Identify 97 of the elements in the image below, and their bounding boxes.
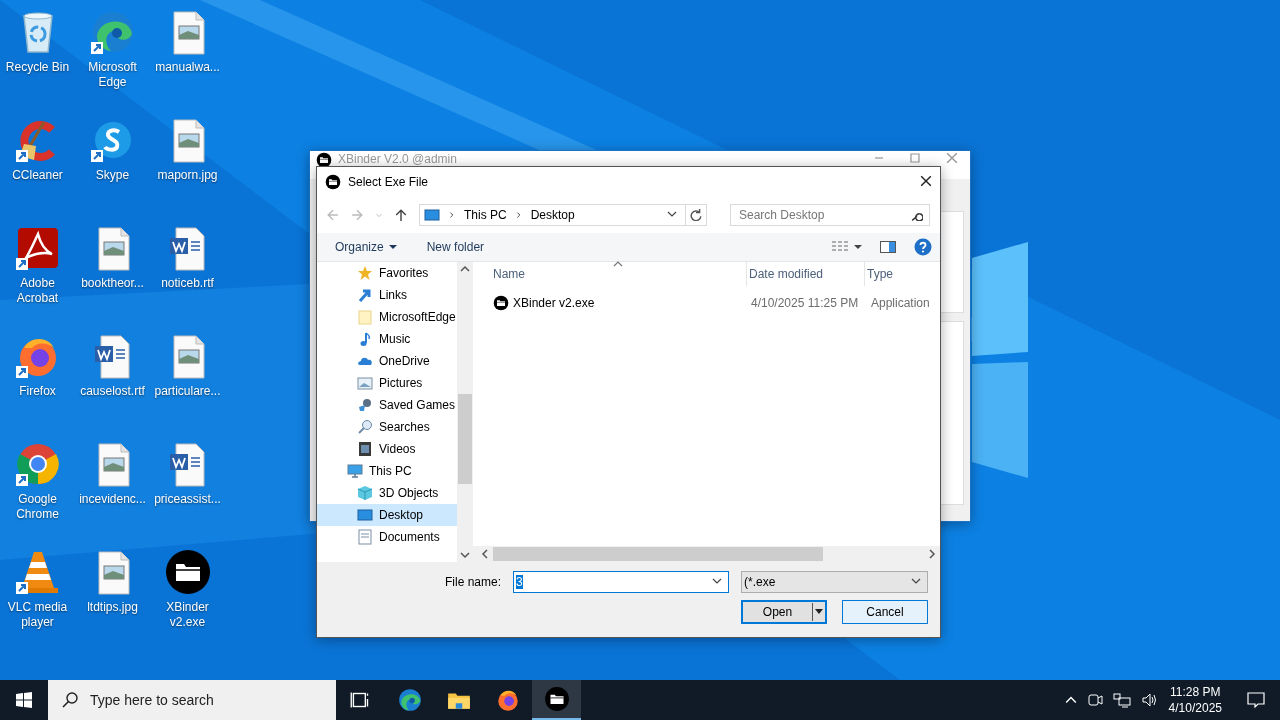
tree-item[interactable]: OneDrive bbox=[317, 350, 457, 372]
desktop-icon-label[interactable]: CCleaner bbox=[0, 168, 75, 183]
taskbar-search-field[interactable]: Type here to search bbox=[48, 680, 336, 720]
browser-icon bbox=[396, 687, 423, 713]
tree-item[interactable]: This PC bbox=[317, 460, 457, 482]
tree-item[interactable]: MicrosoftEdge bbox=[317, 306, 457, 328]
window-title: XBinder V2.0 @admin bbox=[338, 152, 457, 166]
desktop-icon-label[interactable]: VLC media player bbox=[0, 600, 75, 630]
desktop-icon-label[interactable]: particulare... bbox=[150, 384, 225, 399]
desktop-icon-label[interactable]: Skype bbox=[75, 168, 150, 183]
date-cell-text: 4/10/2025 11:25 PM bbox=[751, 296, 860, 310]
desktop-icon-label[interactable]: Microsoft Edge bbox=[75, 60, 150, 90]
scroll-left-icon[interactable] bbox=[481, 549, 489, 559]
search-field[interactable]: Search Desktop bbox=[730, 204, 930, 226]
network-icon[interactable] bbox=[1112, 692, 1131, 708]
chevron-up-icon[interactable] bbox=[1064, 694, 1077, 706]
app-icon bbox=[493, 295, 509, 311]
cube-icon bbox=[357, 485, 373, 501]
notification-icon[interactable] bbox=[1247, 692, 1265, 708]
organize-button[interactable]: Organize bbox=[335, 240, 397, 254]
column-header[interactable]: Date modified bbox=[747, 262, 865, 286]
file-row[interactable]: XBinder v2.exe 4/10/2025 11:25 PM Application bbox=[473, 292, 940, 314]
search-icon bbox=[62, 692, 78, 708]
sort-caret-icon bbox=[613, 259, 623, 269]
start-icon[interactable] bbox=[16, 692, 32, 708]
taskbar-button[interactable] bbox=[532, 680, 581, 720]
dropdown-icon[interactable] bbox=[667, 209, 677, 219]
desktop-icon-label[interactable]: Firefox bbox=[0, 384, 75, 399]
preview-pane-icon[interactable] bbox=[880, 241, 896, 253]
app-icon bbox=[325, 174, 341, 190]
desktop-icon-label[interactable]: Recycle Bin bbox=[0, 60, 75, 75]
new-folder-button[interactable]: New folder bbox=[426, 240, 485, 254]
help-icon[interactable] bbox=[914, 238, 932, 256]
desktop-icon-label[interactable]: XBinder v2.exe bbox=[150, 600, 225, 630]
scroll-right-icon[interactable] bbox=[928, 549, 936, 559]
view-options-icon[interactable] bbox=[832, 241, 862, 253]
open-button[interactable]: Open bbox=[741, 600, 827, 624]
dropdown-icon bbox=[911, 576, 921, 586]
clock-time[interactable]: 11:28 PM bbox=[1170, 684, 1221, 700]
folder-icon bbox=[357, 309, 373, 325]
search-icon bbox=[357, 419, 373, 435]
folder-app-icon bbox=[543, 686, 570, 712]
horizontal-scrollbar[interactable] bbox=[473, 546, 940, 562]
file-name-field[interactable]: 3 bbox=[513, 571, 729, 593]
tree-item[interactable]: Desktop bbox=[317, 504, 457, 526]
tree-item[interactable]: Music bbox=[317, 328, 457, 350]
desktop-icon-label[interactable]: Google Chrome bbox=[0, 492, 75, 522]
chevron-icon bbox=[448, 211, 456, 219]
address-bar[interactable]: This PC Desktop bbox=[419, 204, 707, 226]
close-icon[interactable] bbox=[920, 174, 932, 187]
tree-item[interactable]: 3D Objects bbox=[317, 482, 457, 504]
desktop-icon bbox=[424, 207, 440, 223]
star-icon bbox=[357, 265, 373, 281]
desktop-icon-label[interactable]: maporn.jpg bbox=[150, 168, 225, 183]
scroll-up-icon[interactable] bbox=[460, 265, 470, 273]
folder-app-icon[interactable] bbox=[163, 548, 212, 596]
tree-item[interactable]: Videos bbox=[317, 438, 457, 460]
desktop-icon bbox=[357, 507, 373, 523]
desktop-icon-label[interactable]: incevidenc... bbox=[75, 492, 150, 507]
desktop-icon-label[interactable]: noticeb.rtf bbox=[150, 276, 225, 291]
tree-item[interactable]: Documents bbox=[317, 526, 457, 548]
clock-date[interactable]: 4/10/2025 bbox=[1168, 700, 1222, 716]
vertical-scrollbar[interactable] bbox=[457, 262, 473, 562]
column-header[interactable]: Name bbox=[491, 262, 747, 286]
dialog-title: Select Exe File bbox=[348, 175, 429, 189]
speaker-icon[interactable] bbox=[1140, 692, 1159, 708]
breadcrumb[interactable]: Desktop bbox=[530, 208, 575, 222]
computer-icon bbox=[347, 463, 363, 479]
breadcrumb[interactable]: This PC bbox=[464, 208, 507, 222]
tree-item[interactable]: Searches bbox=[317, 416, 457, 438]
chevron-icon bbox=[514, 211, 523, 219]
tree-item[interactable]: Links bbox=[317, 284, 457, 306]
cancel-button[interactable]: Cancel bbox=[842, 600, 928, 624]
file-type-dropdown[interactable]: (*.exe bbox=[741, 571, 928, 593]
desktop-icon-label[interactable]: Adobe Acrobat bbox=[0, 276, 75, 306]
tree-item[interactable]: Saved Games bbox=[317, 394, 457, 416]
tree-item[interactable]: Favorites bbox=[317, 262, 457, 284]
picture-folder-icon bbox=[357, 375, 373, 391]
dropdown-icon bbox=[712, 576, 722, 586]
music-note-icon bbox=[357, 331, 373, 347]
arrow-icon bbox=[357, 287, 373, 303]
file-name-label: File name: bbox=[443, 575, 501, 589]
scroll-down-icon[interactable] bbox=[460, 551, 470, 559]
desktop-icon-label[interactable]: causelost.rtf bbox=[75, 384, 150, 399]
refresh-icon[interactable] bbox=[690, 209, 702, 221]
column-header[interactable]: Type bbox=[865, 262, 935, 286]
tree-item[interactable]: Pictures bbox=[317, 372, 457, 394]
desktop-icon-label[interactable]: manualwa... bbox=[150, 60, 225, 75]
type-cell: Application bbox=[871, 296, 930, 310]
film-icon bbox=[357, 441, 373, 457]
desktop-icon-label[interactable]: booktheor... bbox=[75, 276, 150, 291]
document-icon bbox=[357, 529, 373, 545]
desktop-icon-label[interactable]: priceassist... bbox=[150, 492, 225, 507]
camera-icon[interactable] bbox=[1086, 692, 1103, 708]
file-name: XBinder v2.exe bbox=[513, 296, 595, 310]
up-arrow-icon[interactable] bbox=[395, 209, 407, 221]
desktop-icon-label[interactable]: ltdtips.jpg bbox=[75, 600, 150, 615]
